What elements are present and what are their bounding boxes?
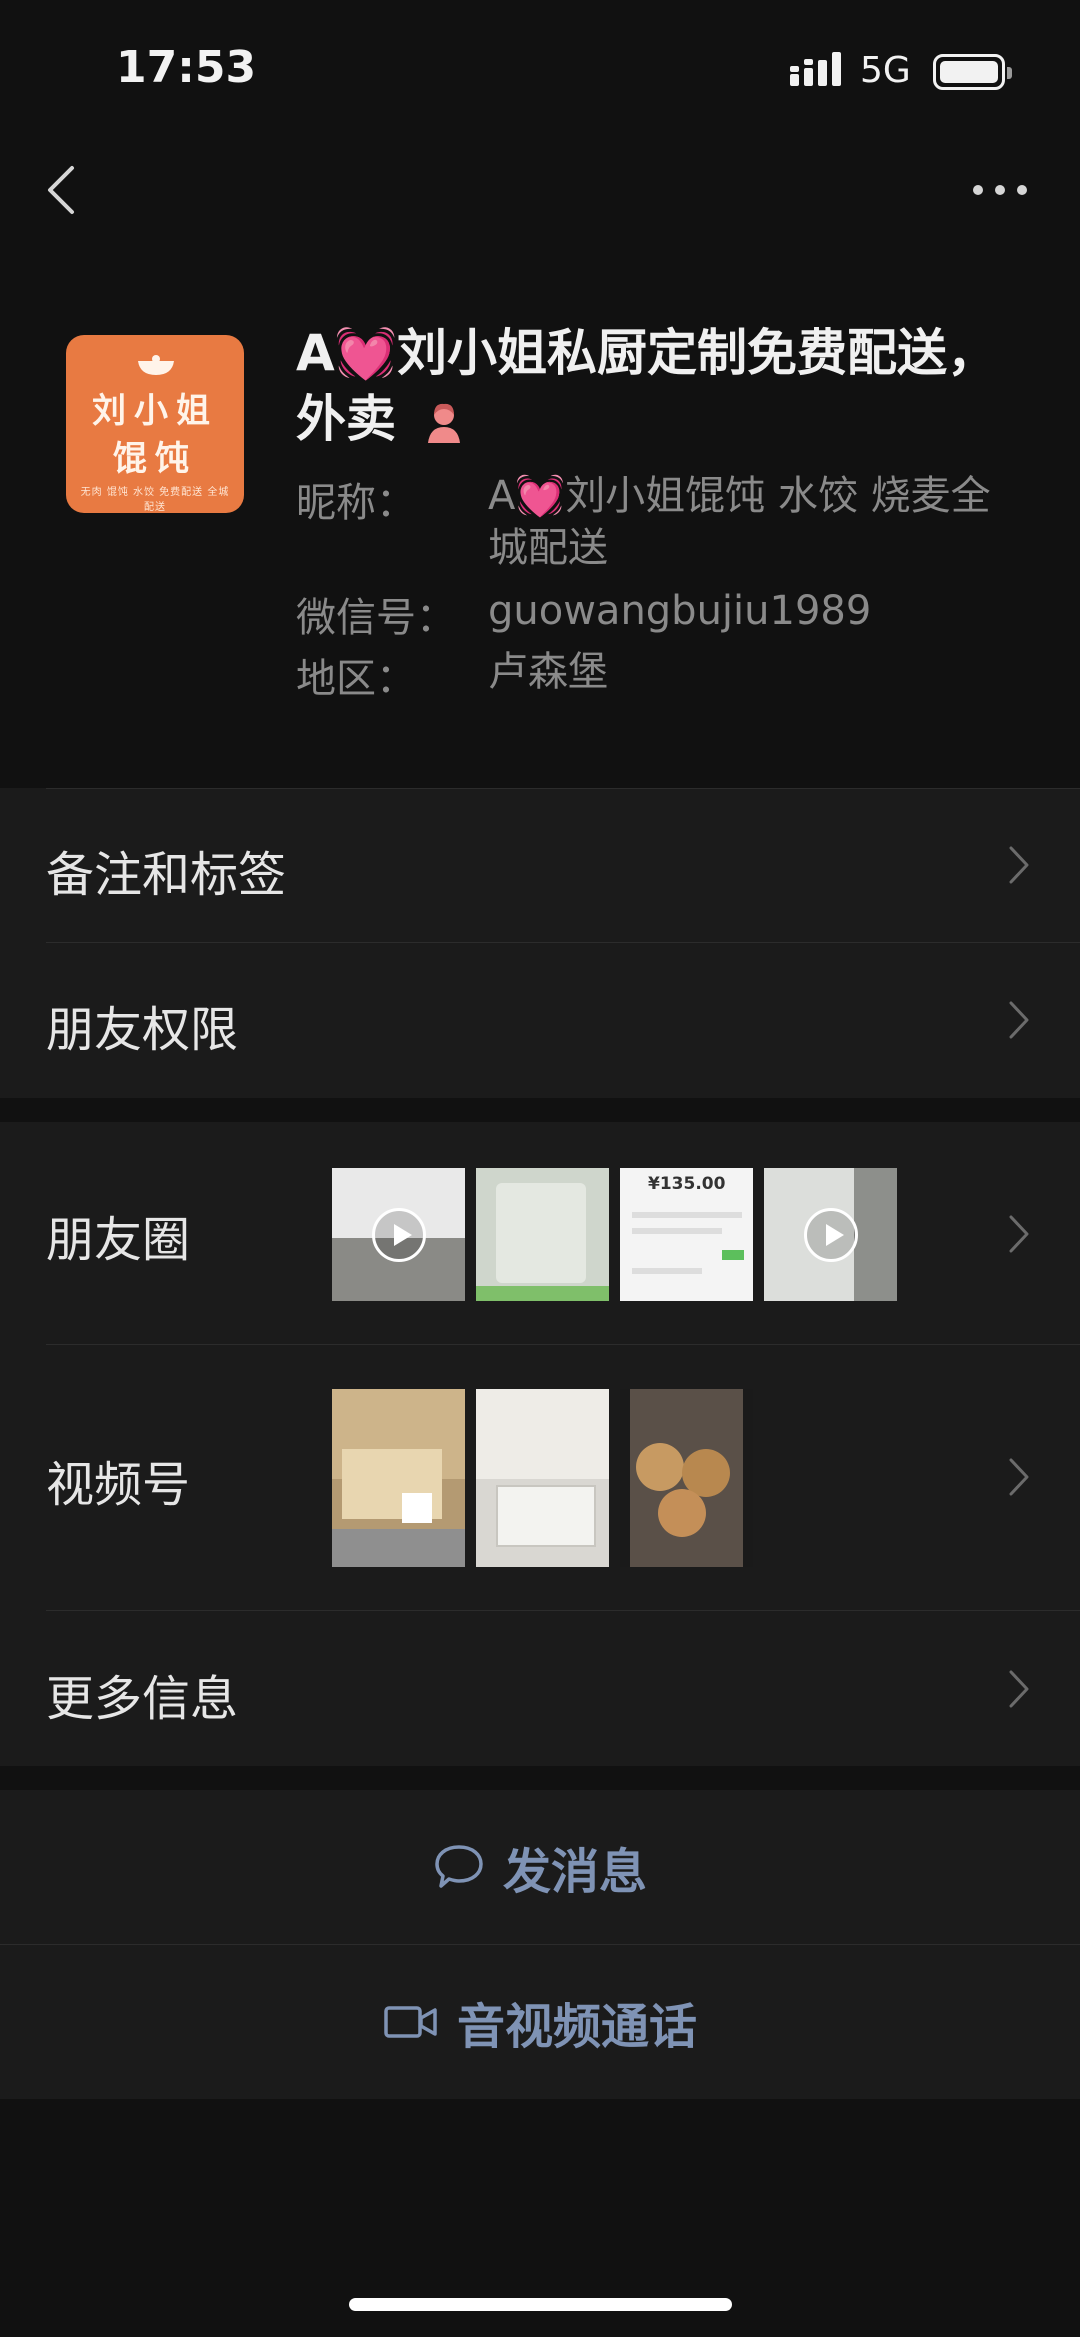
more-info-row[interactable]: 更多信息 xyxy=(0,1611,1080,1766)
moments-thumb-payment: ¥135.00 xyxy=(620,1168,753,1301)
avatar[interactable]: 刘小姐 馄饨 无肉 馄饨 水饺 免费配送 全城 配送 xyxy=(66,335,244,513)
nickname-prefix: A xyxy=(488,473,516,519)
chevron-right-icon xyxy=(1009,846,1029,884)
channels-label: 视频号 xyxy=(46,1457,191,1513)
more-info-label: 更多信息 xyxy=(46,1671,239,1727)
channel-thumb xyxy=(332,1389,465,1567)
region-value: 卢森堡 xyxy=(488,649,608,695)
payment-amount: ¥135.00 xyxy=(648,1174,726,1194)
more-options-icon[interactable] xyxy=(970,170,1030,210)
wechat-id-label: 微信号： xyxy=(296,595,456,641)
heart-emoji: 💓 xyxy=(515,473,566,519)
moments-thumb-video xyxy=(332,1168,465,1301)
profile-name-prefix: A xyxy=(296,324,335,382)
gender-female-icon xyxy=(428,403,460,443)
avatar-text-line2: 馄饨 xyxy=(113,439,197,479)
bowl-logo-icon xyxy=(138,355,174,375)
heart-emoji: 💓 xyxy=(334,324,397,382)
chevron-right-icon xyxy=(1009,1215,1029,1253)
moments-thumb-image xyxy=(476,1168,609,1301)
moments-thumb-video xyxy=(764,1168,897,1301)
status-time: 17:53 xyxy=(116,42,257,93)
region-label: 地区： xyxy=(296,656,416,702)
settings-section: 备注和标签 朋友权限 xyxy=(0,788,1080,1098)
send-message-label: 发消息 xyxy=(502,1844,647,1900)
play-icon xyxy=(371,1207,426,1262)
friend-permissions-row[interactable]: 朋友权限 xyxy=(0,943,1080,1098)
channel-thumb xyxy=(476,1389,609,1567)
profile-name: A💓刘小姐私厨定制免费配送，外卖 xyxy=(296,320,1016,452)
status-bar: 17:53 5G xyxy=(0,0,1080,140)
avatar-tagline: 无肉 馄饨 水饺 免费配送 全城 配送 xyxy=(80,487,230,513)
channel-thumb xyxy=(620,1389,753,1567)
moments-row[interactable]: 朋友圈 ¥135.00 xyxy=(0,1122,1080,1344)
wechat-id-value[interactable]: guowangbujiu1989 xyxy=(488,585,1008,637)
video-call-button[interactable]: 音视频通话 xyxy=(0,1945,1080,2099)
chevron-right-icon xyxy=(1009,1458,1029,1496)
video-camera-icon xyxy=(384,2006,437,2038)
channels-row[interactable]: 视频号 xyxy=(0,1345,1080,1610)
video-call-label: 音视频通话 xyxy=(456,1999,697,2055)
signal-icon xyxy=(790,52,841,86)
chevron-right-icon xyxy=(1009,1001,1029,1039)
home-indicator[interactable] xyxy=(349,2298,732,2311)
remarks-and-tags-label: 备注和标签 xyxy=(46,847,287,903)
avatar-text-line1: 刘小姐 xyxy=(92,391,218,431)
friend-permissions-label: 朋友权限 xyxy=(46,1002,239,1058)
battery-icon xyxy=(933,54,1012,90)
chevron-right-icon xyxy=(1009,1670,1029,1708)
chat-bubble-icon xyxy=(435,1845,483,1888)
nickname-value: A💓刘小姐馄饨 水饺 烧麦全城配送 xyxy=(488,470,1008,574)
content-section: 朋友圈 ¥135.00 视频号 更多信息 xyxy=(0,1122,1080,1766)
nickname-label: 昵称： xyxy=(296,480,416,526)
send-message-button[interactable]: 发消息 xyxy=(0,1790,1080,1944)
moments-label: 朋友圈 xyxy=(46,1212,191,1268)
network-type: 5G xyxy=(860,50,911,91)
back-button[interactable] xyxy=(40,160,80,220)
play-icon xyxy=(803,1207,858,1262)
profile-name-text: 刘小姐私厨定制免费配送，外卖 xyxy=(296,324,997,448)
remarks-and-tags-row[interactable]: 备注和标签 xyxy=(0,788,1080,942)
